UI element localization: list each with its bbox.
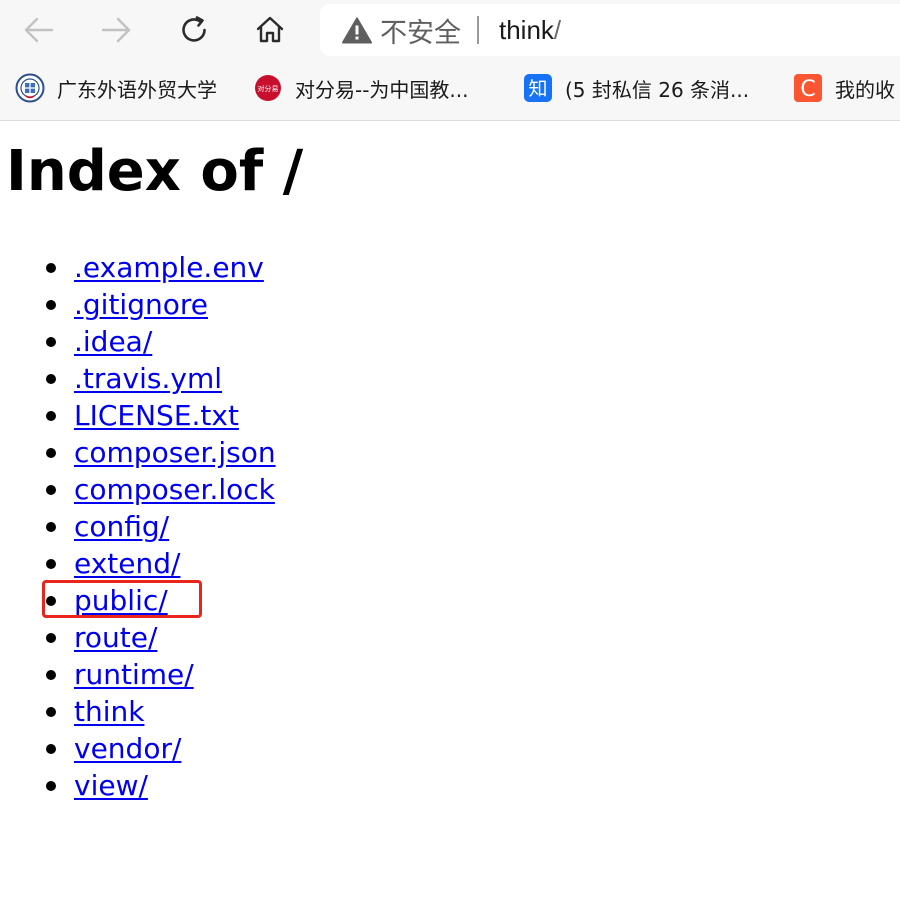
back-button[interactable] [21, 12, 57, 48]
list-item: vendor/ [46, 730, 276, 767]
file-link[interactable]: view/ [74, 769, 148, 802]
file-link[interactable]: LICENSE.txt [74, 399, 239, 432]
list-item: view/ [46, 767, 276, 804]
list-item: think [46, 693, 276, 730]
bookmark-label: (5 封私信 26 条消... [565, 77, 750, 102]
arrow-right-icon [101, 17, 131, 43]
list-item: public/ [46, 582, 276, 619]
file-link[interactable]: public/ [74, 584, 168, 617]
list-item: .travis.yml [46, 360, 276, 397]
bookmarks-bar: 广东外语外贸大学 对分易 对分易--为中国教... 知 (5 封私信 26 条消… [0, 62, 900, 114]
list-item: .gitignore [46, 286, 276, 323]
reload-button[interactable] [176, 12, 212, 48]
csdn-logo-icon: C [793, 73, 823, 103]
reload-icon [182, 16, 206, 42]
list-item: extend/ [46, 545, 276, 582]
file-link[interactable]: composer.lock [74, 473, 275, 506]
home-button[interactable] [252, 12, 288, 48]
list-item: composer.json [46, 434, 276, 471]
file-link[interactable]: .idea/ [74, 325, 152, 358]
security-status-label[interactable]: 不安全 [380, 11, 461, 50]
list-item: composer.lock [46, 471, 276, 508]
page-title: Index of / [6, 139, 304, 204]
address-separator [477, 16, 479, 44]
url-text[interactable]: think/ [499, 15, 561, 46]
file-link[interactable]: .gitignore [74, 288, 208, 321]
list-item: config/ [46, 508, 276, 545]
bookmark-duifenyi[interactable]: 对分易 对分易--为中国教... [253, 70, 469, 106]
svg-text:对分易: 对分易 [258, 84, 279, 93]
file-link[interactable]: vendor/ [74, 732, 181, 765]
list-item: route/ [46, 619, 276, 656]
url-host: think [499, 14, 554, 45]
duifenyi-logo-icon: 对分易 [253, 73, 283, 103]
browser-toolbar: 不安全 think/ [0, 0, 900, 60]
svg-text:C: C [800, 77, 815, 102]
file-link[interactable]: .example.env [74, 251, 264, 284]
bookmark-gdufs[interactable]: 广东外语外贸大学 [15, 70, 217, 106]
url-path: / [553, 14, 562, 45]
university-seal-icon [15, 73, 45, 103]
list-item: LICENSE.txt [46, 397, 276, 434]
file-link[interactable]: .travis.yml [74, 362, 222, 395]
bookmark-label: 我的收 [835, 77, 895, 102]
svg-text:知: 知 [528, 78, 547, 100]
file-link[interactable]: extend/ [74, 547, 180, 580]
file-list: .example.env .gitignore .idea/ .travis.yml L… [0, 249, 276, 804]
list-item: runtime/ [46, 656, 276, 693]
bookmark-zhihu[interactable]: 知 (5 封私信 26 条消... [523, 70, 749, 106]
address-bar[interactable]: 不安全 think/ [320, 4, 900, 56]
list-item: .example.env [46, 249, 276, 286]
file-link[interactable]: think [74, 695, 144, 728]
bookmark-label: 对分易--为中国教... [295, 77, 469, 102]
bookmark-csdn[interactable]: C 我的收 [793, 70, 895, 106]
file-link[interactable]: config/ [74, 510, 169, 543]
bookmark-label: 广东外语外贸大学 [57, 77, 217, 102]
warning-icon[interactable] [342, 16, 372, 44]
forward-button[interactable] [98, 12, 134, 48]
list-item: .idea/ [46, 323, 276, 360]
zhihu-logo-icon: 知 [523, 73, 553, 103]
home-icon [256, 16, 284, 43]
file-link[interactable]: runtime/ [74, 658, 194, 691]
browser-chrome: 不安全 think/ 广东外语外贸大学 对分易 对分易--为中国教... 知 (… [0, 0, 900, 121]
arrow-left-icon [24, 17, 54, 43]
file-link[interactable]: route/ [74, 621, 157, 654]
page-content: Index of / .example.env .gitignore .idea/.… [0, 121, 900, 897]
file-link[interactable]: composer.json [74, 436, 276, 469]
